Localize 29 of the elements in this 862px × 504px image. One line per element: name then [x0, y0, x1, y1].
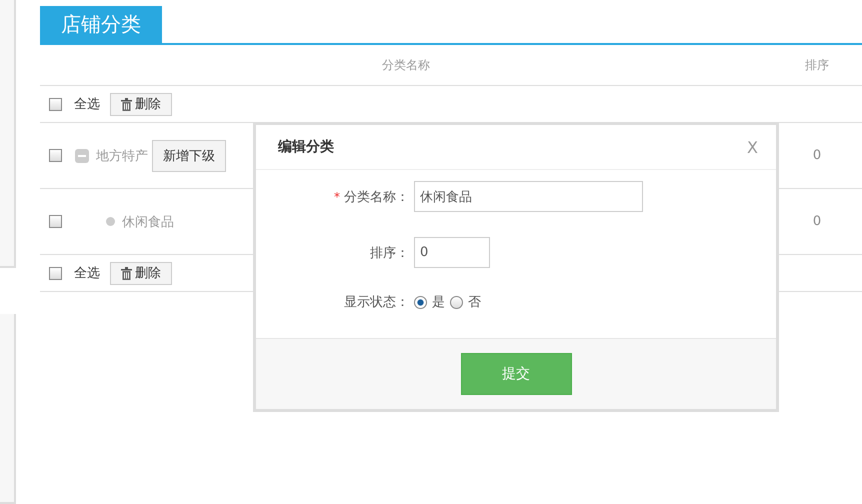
delete-button[interactable]: 删除 [110, 262, 172, 284]
field-label: 分类名称： [344, 188, 409, 206]
checkbox[interactable] [49, 149, 62, 162]
radio-button[interactable] [450, 296, 463, 308]
field-label: 排序： [370, 244, 409, 262]
sort-value: 0 [812, 148, 822, 163]
required-mark: * [334, 190, 340, 204]
delete-button[interactable]: 删除 [110, 92, 172, 116]
trash-icon [121, 98, 132, 110]
input-field[interactable]: 0 [414, 237, 490, 268]
input-field[interactable]: 休闲食品 [414, 181, 643, 212]
sort-value: 0 [812, 214, 822, 229]
select-all-label: 全选 [74, 265, 100, 282]
select-all-label: 全选 [74, 96, 100, 113]
checkbox[interactable] [49, 98, 62, 110]
column-header: 分类名称 [382, 56, 430, 74]
checkbox[interactable] [49, 266, 62, 280]
radio-label: 否 [468, 294, 481, 311]
trash-icon [121, 266, 132, 280]
checkbox[interactable] [49, 215, 62, 228]
category-name: 地方特产 [96, 148, 148, 164]
field-label: 显示状态： [344, 294, 409, 311]
add-child-button[interactable]: 新增下级 [152, 140, 226, 172]
radio-label: 是 [432, 294, 445, 311]
bullet-icon [106, 217, 115, 226]
dialog-title: 编辑分类 [278, 138, 334, 156]
radio-button[interactable] [414, 296, 427, 308]
column-header: 排序 [805, 56, 829, 74]
category-name: 休闲食品 [122, 214, 174, 230]
